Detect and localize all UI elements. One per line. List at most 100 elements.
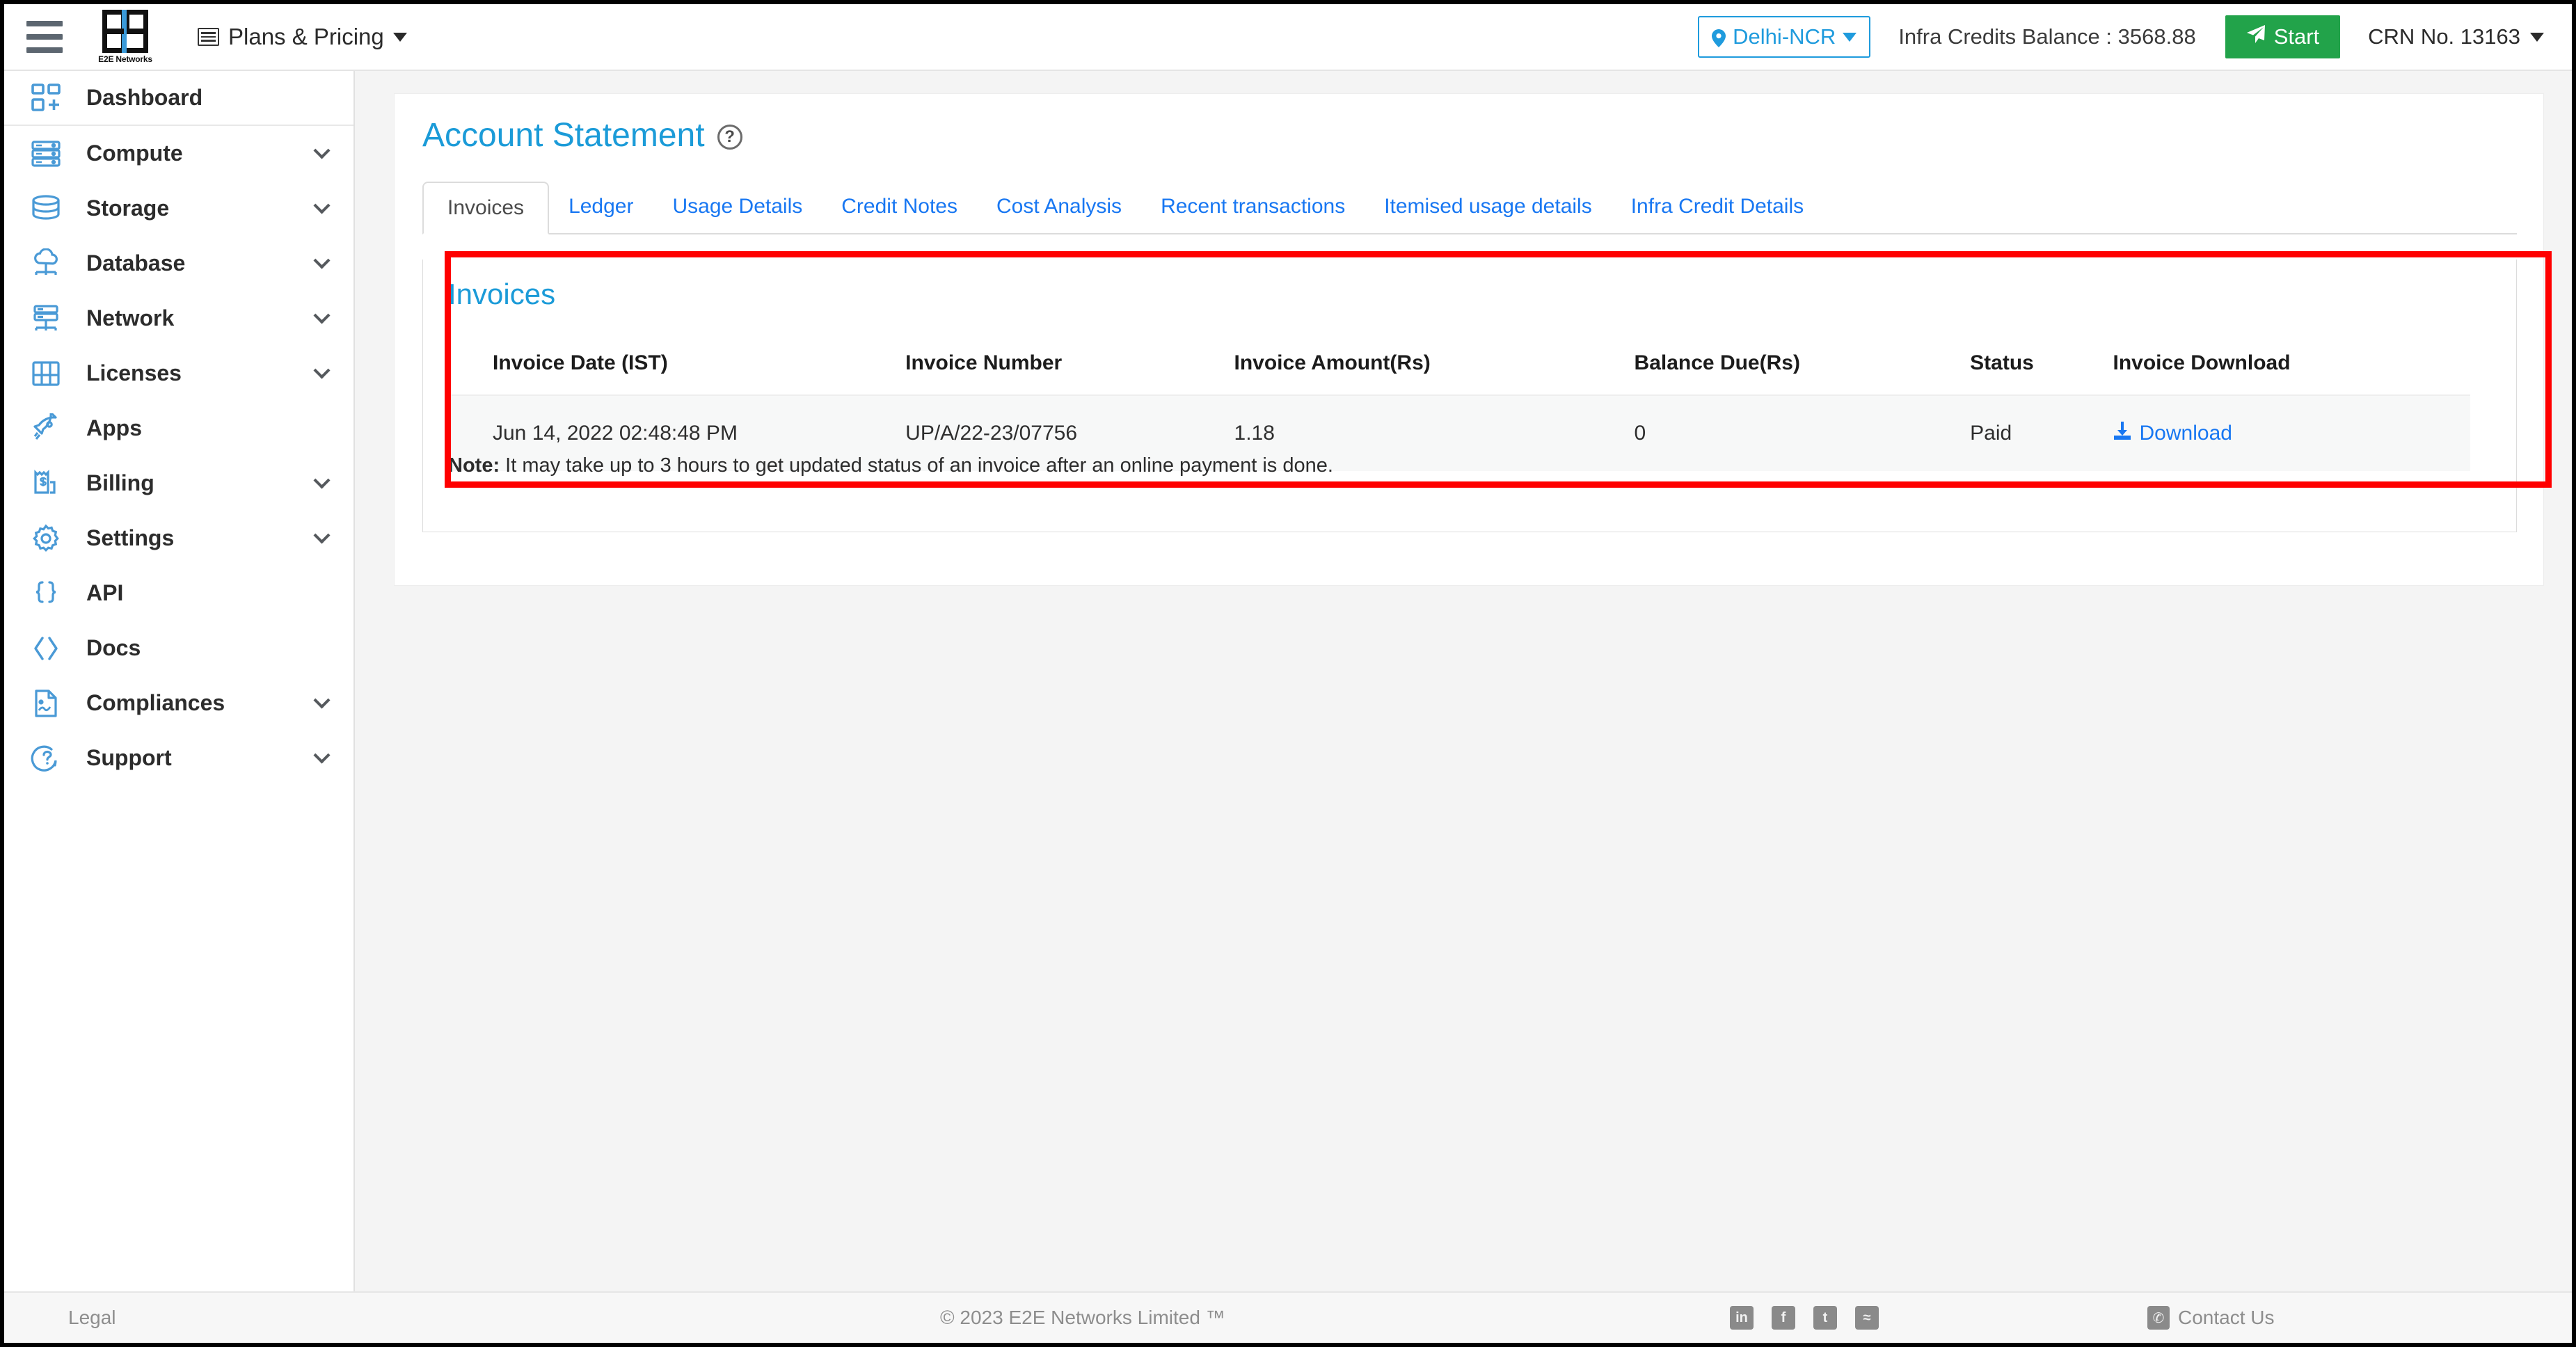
rss-icon[interactable]: ≈ <box>1855 1306 1879 1330</box>
dashboard-icon <box>29 81 63 115</box>
page-footer: Legal © 2023 E2E Networks Limited ™ in f… <box>4 1291 2572 1343</box>
sidebar-item-label: Storage <box>86 196 170 221</box>
contact-us-label: Contact Us <box>2178 1307 2275 1328</box>
gear-icon <box>29 522 63 555</box>
sidebar-item-settings[interactable]: Settings <box>4 511 353 566</box>
download-invoice-link[interactable]: Download <box>2113 421 2232 446</box>
rocket-icon <box>29 412 63 445</box>
crn-dropdown[interactable]: CRN No. 13163 <box>2368 24 2544 49</box>
invoice-dollar-icon <box>29 467 63 500</box>
network-icon <box>29 302 63 335</box>
sidebar-item-label: Billing <box>86 470 154 495</box>
sidebar-item-billing[interactable]: Billing <box>4 456 353 511</box>
chevron-down-icon[interactable] <box>310 142 333 165</box>
cell-status: Paid <box>1970 395 2113 471</box>
column-header-balance-due: Balance Due(Rs) <box>1634 332 1971 396</box>
chevron-down-icon[interactable] <box>310 527 333 550</box>
chevron-down-icon[interactable] <box>310 362 333 385</box>
sidebar-item-api[interactable]: API <box>4 566 353 621</box>
tab-ledger[interactable]: Ledger <box>549 180 653 233</box>
tab-bar: Invoices Ledger Usage Details Credit Not… <box>422 182 2517 234</box>
sidebar-item-label: Compute <box>86 141 183 166</box>
linkedin-icon[interactable]: in <box>1730 1306 1754 1330</box>
license-grid-icon <box>29 357 63 390</box>
start-button-label: Start <box>2273 24 2320 49</box>
tab-invoices[interactable]: Invoices <box>422 182 550 234</box>
cloud-database-icon <box>29 247 63 280</box>
column-header-status: Status <box>1970 332 2113 396</box>
logo-wordmark: E2E Networks <box>98 54 152 64</box>
main-sidebar: Dashboard Compute Storage Database Netwo… <box>4 71 355 1296</box>
footer-contact-us-link[interactable]: ✆ Contact Us <box>2147 1306 2275 1330</box>
sidebar-item-compute[interactable]: Compute <box>4 126 353 181</box>
document-icon <box>29 687 63 720</box>
sidebar-item-support[interactable]: Support <box>4 731 353 786</box>
code-brackets-icon <box>29 632 63 665</box>
tab-itemised-usage-details[interactable]: Itemised usage details <box>1365 180 1612 233</box>
database-disk-icon <box>29 192 63 225</box>
sidebar-item-docs[interactable]: Docs <box>4 621 353 676</box>
table-header-row: Invoice Date (IST) Invoice Number Invoic… <box>448 332 2470 396</box>
chevron-down-icon[interactable] <box>310 747 333 770</box>
tab-credit-notes[interactable]: Credit Notes <box>822 180 977 233</box>
logo-mark-icon <box>102 10 148 53</box>
invoices-note-label: Note: <box>448 454 500 477</box>
account-statement-card: Account Statement ? Invoices Ledger Usag… <box>394 93 2552 586</box>
chevron-down-icon[interactable] <box>310 197 333 220</box>
region-label: Delhi-NCR <box>1733 24 1836 49</box>
chevron-down-icon[interactable] <box>310 692 333 715</box>
tab-recent-transactions[interactable]: Recent transactions <box>1141 180 1365 233</box>
region-selector[interactable]: Delhi-NCR <box>1698 16 1871 58</box>
crn-label: CRN No. 13163 <box>2368 24 2520 49</box>
invoices-table-head: Invoice Date (IST) Invoice Number Invoic… <box>448 332 2470 396</box>
chevron-down-icon <box>2530 32 2544 42</box>
chevron-down-icon[interactable] <box>310 472 333 495</box>
sidebar-item-label: Support <box>86 745 172 770</box>
question-circle-icon[interactable]: ? <box>717 125 742 150</box>
facebook-icon[interactable]: f <box>1772 1306 1795 1330</box>
sidebar-item-database[interactable]: Database <box>4 236 353 291</box>
chevron-down-icon <box>1843 32 1857 42</box>
sidebar-item-label: Licenses <box>86 360 182 385</box>
invoices-table: Invoice Date (IST) Invoice Number Invoic… <box>448 332 2470 471</box>
chevron-down-icon[interactable] <box>310 307 333 330</box>
tab-usage-details[interactable]: Usage Details <box>653 180 822 233</box>
invoices-note-text: It may take up to 3 hours to get updated… <box>500 454 1333 477</box>
twitter-icon[interactable]: t <box>1813 1306 1837 1330</box>
sidebar-item-label: Database <box>86 250 186 276</box>
list-icon <box>198 28 219 46</box>
location-pin-icon <box>1712 28 1726 47</box>
braces-icon <box>29 577 63 610</box>
invoices-tab-panel: Invoices Invoice Date (IST) Invoice Numb… <box>422 260 2517 532</box>
footer-legal-link[interactable]: Legal <box>68 1307 116 1329</box>
sidebar-item-label: Settings <box>86 525 175 550</box>
sidebar-item-label: Dashboard <box>86 85 203 110</box>
support-chat-icon <box>29 742 63 775</box>
column-header-invoice-amount: Invoice Amount(Rs) <box>1234 332 1635 396</box>
sidebar-item-storage[interactable]: Storage <box>4 181 353 236</box>
page-title: Account Statement <box>422 117 705 154</box>
cell-invoice-download: Download <box>2113 395 2470 471</box>
sidebar-item-label: Apps <box>86 415 142 440</box>
send-plane-icon <box>2246 24 2266 49</box>
download-link-label: Download <box>2139 422 2232 445</box>
e2e-networks-logo[interactable]: E2E Networks <box>93 8 157 65</box>
footer-social-links: in f t ≈ <box>1730 1306 1879 1330</box>
hamburger-menu-icon[interactable] <box>26 21 65 53</box>
sidebar-item-label: API <box>86 580 124 605</box>
sidebar-item-network[interactable]: Network <box>4 291 353 346</box>
invoices-panel-title: Invoices <box>448 278 556 310</box>
chevron-down-icon[interactable] <box>310 252 333 275</box>
plans-and-pricing-label: Plans & Pricing <box>228 24 384 49</box>
cell-balance-due: 0 <box>1634 395 1971 471</box>
start-button[interactable]: Start <box>2225 15 2341 58</box>
sidebar-item-dashboard[interactable]: Dashboard <box>4 71 353 126</box>
plans-and-pricing-menu[interactable]: Plans & Pricing <box>198 24 407 50</box>
tab-infra-credit-details[interactable]: Infra Credit Details <box>1612 180 1823 233</box>
phone-icon: ✆ <box>2147 1306 2170 1330</box>
tab-cost-analysis[interactable]: Cost Analysis <box>977 180 1141 233</box>
sidebar-item-licenses[interactable]: Licenses <box>4 346 353 401</box>
sidebar-item-compliances[interactable]: Compliances <box>4 676 353 731</box>
sidebar-item-apps[interactable]: Apps <box>4 401 353 456</box>
top-bar-right-group: Delhi-NCR Infra Credits Balance : 3568.8… <box>1698 4 2572 70</box>
